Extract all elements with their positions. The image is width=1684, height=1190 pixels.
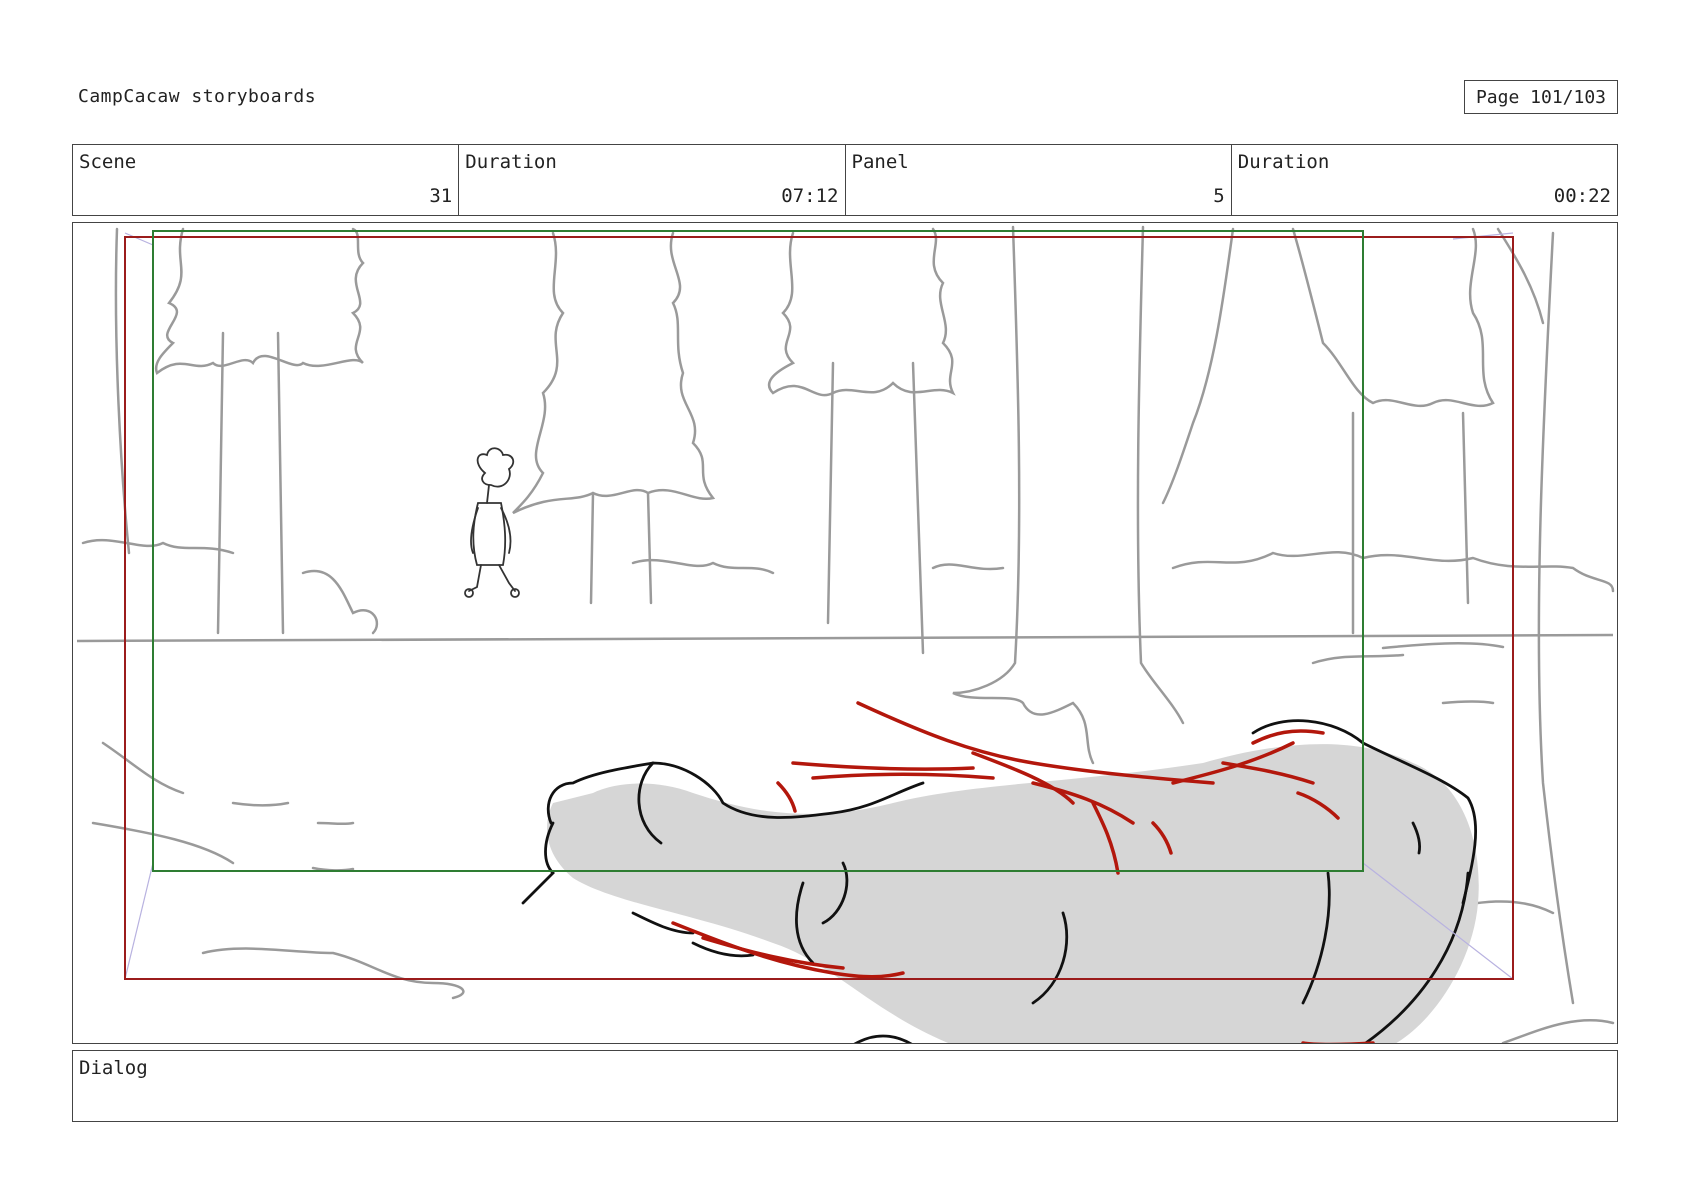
horizon-line (76, 633, 1614, 643)
scene-label: Scene (79, 151, 137, 173)
page-counter: Page 101/103 (1464, 80, 1618, 114)
panel-cell: Panel 5 (846, 145, 1232, 215)
panel-label: Panel (851, 151, 909, 173)
fallen-body (521, 719, 1479, 1043)
dialog-box: Dialog (72, 1050, 1618, 1122)
scene-duration-label: Duration (465, 151, 557, 173)
info-bar: Scene 31 Duration 07:12 Panel 5 Duration… (72, 144, 1618, 216)
storyboard-panel (72, 222, 1618, 1044)
walking-kid (464, 447, 520, 598)
panel-value: 5 (1213, 185, 1225, 207)
panel-duration-value: 00:22 (1553, 185, 1611, 207)
panel-duration-cell: Duration 00:22 (1232, 145, 1617, 215)
storyboard-sketch (76, 225, 1615, 1043)
scene-value: 31 (429, 185, 453, 207)
scene-duration-value: 07:12 (781, 185, 839, 207)
dialog-label: Dialog (79, 1057, 148, 1079)
panel-duration-label: Duration (1237, 151, 1330, 173)
project-title: CampCacaw storyboards (78, 86, 317, 107)
scene-duration-cell: Duration 07:12 (459, 145, 846, 215)
scene-cell: Scene 31 (73, 145, 460, 215)
